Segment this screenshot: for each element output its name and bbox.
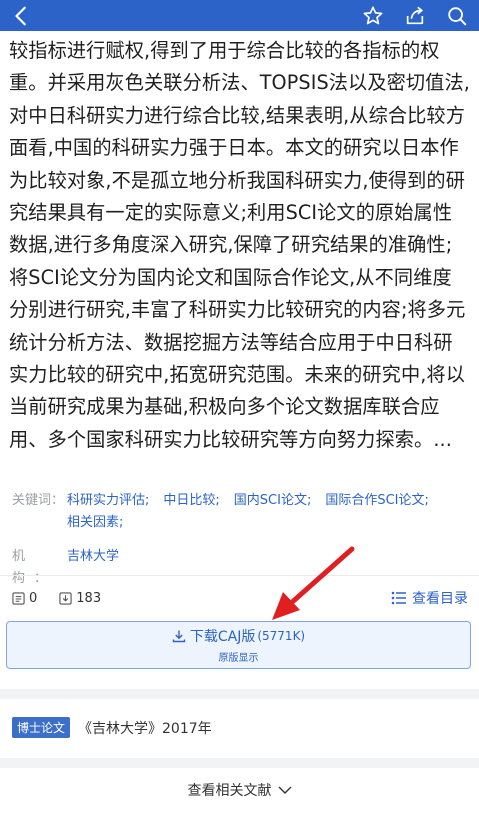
download-caj-button[interactable]: 下载CAJ版 (5771K) 原版显示 <box>6 621 471 669</box>
keyword-link[interactable]: 科研实力评估; <box>67 490 149 512</box>
section-separator <box>0 758 479 768</box>
star-icon <box>363 5 383 24</box>
share-icon <box>406 6 424 24</box>
divider <box>0 575 479 576</box>
download-label: 下载CAJ版 <box>189 629 256 645</box>
download-size: (5771K) <box>257 629 306 643</box>
source-info: 博士论文 《吉林大学》2017年 <box>12 717 212 738</box>
download-subtitle: 原版显示 <box>218 653 259 664</box>
keyword-link[interactable]: 中日比较; <box>163 490 219 512</box>
stats-bar: 0 183 查看目录 <box>12 588 468 608</box>
institution-label: 机构： <box>12 549 57 586</box>
keywords-list: 科研实力评估; 中日比较; 国内SCI论文; 国际合作SCI论文; 相关因素; <box>67 490 472 534</box>
keyword-link[interactable]: 国际合作SCI论文; <box>325 490 429 512</box>
share-button[interactable] <box>403 4 427 28</box>
top-bar <box>0 0 479 31</box>
related-docs-button[interactable]: 查看相关文献 <box>0 778 479 802</box>
download-icon <box>172 630 186 643</box>
keywords-label: 关键词： <box>12 493 65 508</box>
list-icon <box>391 591 406 605</box>
chevron-left-icon <box>15 6 26 25</box>
abstract-text: 较指标进行赋权,得到了用于综合比较的各指标的权重。并采用灰色关联分析法、TOPS… <box>9 39 470 451</box>
doc-type-badge: 博士论文 <box>12 717 71 738</box>
download-count: 183 <box>59 591 101 606</box>
section-separator <box>0 689 479 699</box>
keyword-link[interactable]: 国内SCI论文; <box>234 490 312 512</box>
view-catalog-button[interactable]: 查看目录 <box>391 588 468 608</box>
citation-count: 0 <box>12 591 37 606</box>
download-count-icon <box>59 591 72 605</box>
back-button[interactable] <box>10 4 34 28</box>
chevron-down-icon <box>278 786 291 794</box>
related-label: 查看相关文献 <box>187 783 272 799</box>
search-icon <box>448 6 467 25</box>
institution-link[interactable]: 吉林大学 <box>67 546 119 590</box>
favorite-button[interactable] <box>361 4 385 28</box>
source-text[interactable]: 《吉林大学》2017年 <box>78 718 212 738</box>
keyword-link[interactable]: 相关因素; <box>67 512 123 534</box>
citation-icon <box>12 591 25 605</box>
search-button[interactable] <box>445 4 469 28</box>
